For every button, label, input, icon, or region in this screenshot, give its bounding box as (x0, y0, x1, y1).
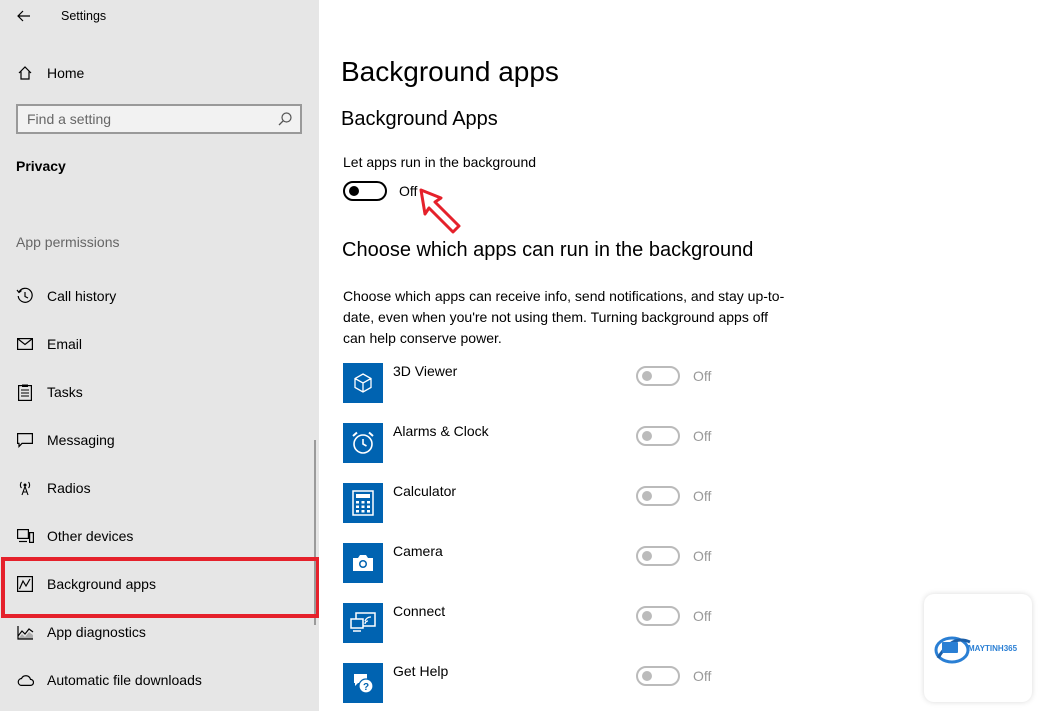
app-name: Connect (393, 603, 446, 619)
app-name: Calculator (393, 483, 457, 499)
app-toggle-state: Off (693, 548, 712, 564)
watermark-logo: MAYTINH365 (924, 594, 1032, 702)
app-row-connect: Connect Off (343, 603, 723, 645)
sidebar-item-label: Automatic file downloads (47, 672, 202, 688)
sidebar-item-call-history[interactable]: Call history (0, 276, 319, 316)
app-name: Alarms & Clock (393, 423, 489, 439)
sidebar-item-email[interactable]: Email (0, 324, 319, 364)
sidebar-item-background-apps[interactable]: Background apps (0, 564, 319, 604)
radio-tower-icon (16, 479, 34, 497)
search-icon[interactable] (277, 111, 293, 127)
home-icon (16, 64, 34, 82)
section-subheading: Background Apps (341, 108, 498, 130)
sidebar-item-tasks[interactable]: Tasks (0, 372, 319, 412)
sidebar: Settings Home Privacy App permissions Ca… (0, 0, 319, 711)
devices-icon (16, 527, 34, 545)
connect-icon (343, 603, 383, 643)
cloud-icon (16, 671, 34, 689)
app-toggle-switch[interactable] (636, 366, 680, 386)
app-name: 3D Viewer (393, 363, 458, 379)
group-label: App permissions (16, 234, 120, 250)
help-icon: ? (343, 663, 383, 703)
app-row-get-help: ? Get Help Off (343, 663, 723, 705)
cube-icon (343, 363, 383, 403)
alarm-clock-icon (343, 423, 383, 463)
sidebar-item-label: App diagnostics (47, 624, 146, 640)
app-row-alarms-clock: Alarms & Clock Off (343, 423, 723, 465)
section-title: Privacy (16, 158, 66, 174)
toggle-knob (642, 491, 652, 501)
chat-icon (16, 431, 34, 449)
app-title: Settings (61, 9, 107, 23)
app-row-camera: Camera Off (343, 543, 723, 585)
app-row-calculator: Calculator Off (343, 483, 723, 525)
app-row-3d-viewer: 3D Viewer Off (343, 363, 723, 405)
app-toggle-state: Off (693, 608, 712, 624)
sidebar-item-label: Radios (47, 480, 91, 496)
diagnostics-icon (16, 623, 34, 641)
pointer-arrow-annotation (415, 186, 471, 242)
sidebar-item-messaging[interactable]: Messaging (0, 420, 319, 460)
app-toggle-state: Off (693, 488, 712, 504)
sidebar-item-other-devices[interactable]: Other devices (0, 516, 319, 556)
app-toggle-switch[interactable] (636, 606, 680, 626)
choose-apps-description: Choose which apps can receive info, send… (343, 288, 785, 346)
master-toggle-label: Let apps run in the background (343, 154, 537, 170)
toggle-knob (349, 186, 359, 196)
toggle-knob (642, 371, 652, 381)
sidebar-item-label: Messaging (47, 432, 115, 448)
toggle-knob (642, 431, 652, 441)
toggle-knob (642, 611, 652, 621)
sidebar-item-app-diagnostics[interactable]: App diagnostics (0, 612, 319, 652)
back-button[interactable] (14, 6, 34, 26)
sidebar-item-automatic-file-downloads[interactable]: Automatic file downloads (0, 660, 319, 700)
sidebar-item-label: Other devices (47, 528, 134, 544)
app-toggle-switch[interactable] (636, 426, 680, 446)
app-name: Camera (393, 543, 443, 559)
sidebar-scrollbar[interactable] (314, 440, 316, 625)
sidebar-item-label: Background apps (47, 576, 156, 592)
app-toggle-switch[interactable] (636, 546, 680, 566)
history-icon (16, 287, 34, 305)
search-box[interactable] (16, 104, 302, 134)
back-arrow-icon (17, 10, 30, 22)
sidebar-item-radios[interactable]: Radios (0, 468, 319, 508)
app-toggle-state: Off (693, 668, 712, 684)
page-title: Background apps (341, 56, 559, 87)
camera-icon (343, 543, 383, 583)
app-toggle-switch[interactable] (636, 666, 680, 686)
svg-text:?: ? (363, 682, 369, 693)
background-apps-icon (16, 575, 34, 593)
title-bar: Settings (0, 0, 319, 34)
sidebar-item-home[interactable]: Home (0, 53, 319, 93)
search-input[interactable] (27, 110, 267, 128)
toggle-knob (642, 551, 652, 561)
sidebar-item-label: Tasks (47, 384, 83, 400)
watermark-brand: MAYTINH365 (968, 644, 1018, 653)
app-name: Get Help (393, 663, 449, 679)
app-toggle-state: Off (693, 428, 712, 444)
app-toggle-state: Off (693, 368, 712, 384)
app-toggle-switch[interactable] (636, 486, 680, 506)
tasks-icon (16, 383, 34, 401)
mail-icon (16, 335, 34, 353)
toggle-knob (642, 671, 652, 681)
sidebar-item-label: Email (47, 336, 83, 352)
master-toggle-switch[interactable] (343, 181, 387, 201)
choose-apps-heading: Choose which apps can run in the backgro… (342, 239, 754, 261)
calculator-icon (343, 483, 383, 523)
sidebar-item-label: Home (47, 65, 85, 81)
sidebar-item-label: Call history (47, 288, 117, 304)
